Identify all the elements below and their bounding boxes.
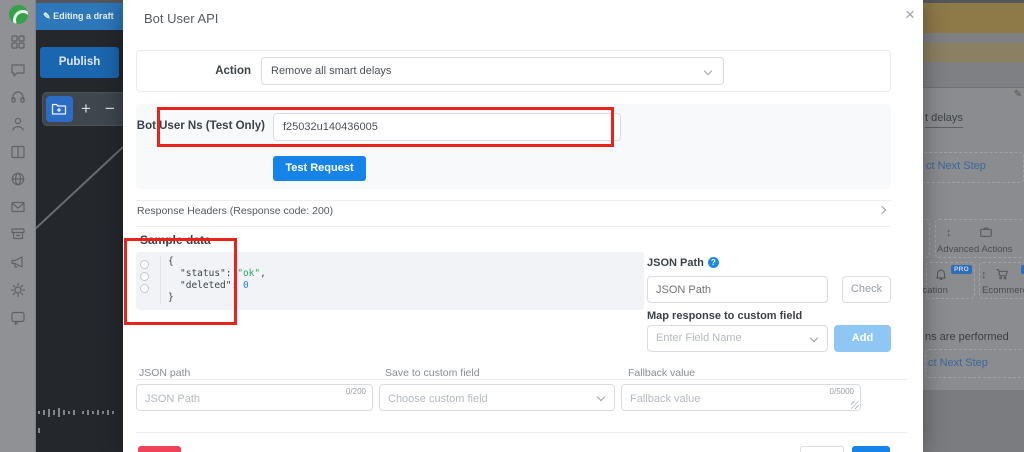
headset-icon[interactable] [10, 89, 26, 105]
pro-badge: PRO [951, 265, 972, 274]
gear-icon[interactable] [10, 282, 26, 298]
add-button[interactable]: Add [834, 325, 891, 352]
drag-handle-icon[interactable]: ↕ [981, 269, 987, 281]
cancel-button[interactable] [800, 446, 844, 452]
globe-icon[interactable] [10, 171, 26, 187]
response-headers-accordion[interactable]: Response Headers (Response code: 200) [137, 205, 333, 217]
add-folder-button[interactable] [46, 96, 73, 122]
select-next-step-link[interactable]: ct Next Step [926, 160, 986, 172]
bell-icon [934, 267, 948, 284]
app-sidebar [0, 0, 36, 452]
action-tile-partial[interactable] [923, 219, 930, 258]
canvas-toolbar: + − [42, 92, 123, 126]
editing-draft-badge: ✎ Editing a draft [36, 3, 123, 30]
check-button[interactable]: Check [842, 276, 891, 303]
action-card: Action Remove all smart delays [136, 50, 891, 92]
next-step-dropzone-top[interactable]: ct Next Step [923, 152, 1024, 183]
dimmed-canvas-bottom [923, 390, 1024, 452]
divider [136, 432, 907, 433]
pencil-icon: ✎ [43, 11, 51, 21]
smart-delays-select-fragment[interactable]: t delays [925, 112, 963, 128]
fallback-column-header: Fallback value [628, 367, 695, 379]
archive-icon[interactable] [10, 226, 26, 242]
page: ✎ Editing a draft Publish + − ✎ t delays… [0, 0, 1024, 452]
save-field-column-header: Save to custom field [385, 367, 480, 379]
zoom-out-button[interactable]: − [100, 96, 120, 123]
apps-grid-icon[interactable] [10, 34, 26, 50]
performed-text-fragment: ns are performed [925, 331, 1009, 343]
delete-button[interactable] [138, 446, 181, 452]
chat-icon[interactable] [10, 62, 26, 78]
char-counter: 0/5000 [830, 387, 854, 396]
notification-tile[interactable]: PRO tification [926, 262, 975, 299]
cart-icon [995, 267, 1009, 284]
save-button[interactable] [852, 446, 890, 452]
map-response-label: Map response to custom field [647, 310, 802, 322]
close-icon[interactable]: × [900, 5, 920, 25]
publish-button[interactable]: Publish [40, 47, 119, 78]
comment-icon[interactable] [10, 310, 26, 326]
divider [136, 200, 891, 201]
ecommerce-label: Ecommerce [982, 285, 1024, 296]
briefcase-icon [979, 225, 993, 242]
char-counter: 0/200 [346, 387, 366, 396]
chevron-down-icon [704, 67, 712, 75]
dimmed-background-panel: ✎ t delays ct Next Step ↕ Advanced Actio… [923, 0, 1024, 452]
notice-banner [923, 3, 1024, 33]
person-icon[interactable] [10, 116, 26, 132]
pencil-icon: ✎ [1014, 89, 1022, 100]
next-step-dropzone-bottom[interactable]: ct Next Step [925, 349, 1024, 378]
annotation-rectangle [157, 107, 614, 147]
select-next-step-link[interactable]: ct Next Step [928, 357, 988, 369]
action-select[interactable]: Remove all smart delays [261, 57, 724, 85]
drag-handle-icon[interactable]: ↕ [946, 227, 952, 239]
notice-banner-secondary: ✎ [923, 43, 1024, 62]
test-request-button[interactable]: Test Request [273, 156, 366, 181]
flow-canvas: ✎ Editing a draft Publish + − [36, 0, 123, 452]
help-icon[interactable]: ? [708, 257, 719, 268]
modal-title: Bot User API [144, 11, 218, 26]
app-logo-icon[interactable] [9, 5, 28, 24]
advanced-actions-label: Advanced Actions [937, 244, 1013, 255]
flow-connector-line [36, 143, 123, 230]
field-name-select[interactable]: Enter Field Name [647, 325, 828, 352]
action-label: Action [137, 65, 251, 77]
chevron-down-icon [597, 393, 605, 401]
zoom-in-button[interactable]: + [76, 96, 96, 123]
json-path-input[interactable] [647, 276, 828, 303]
notification-label: tification [923, 285, 948, 296]
advanced-actions-tile[interactable]: ↕ Advanced Actions PRO [935, 219, 1024, 258]
json-path-label: JSON Path? [647, 257, 719, 269]
bot-user-api-modal: Bot User API × Action Remove all smart d… [123, 0, 923, 452]
minimap[interactable] [38, 404, 122, 416]
choose-custom-field-select[interactable]: Choose custom field [379, 384, 615, 411]
ecommerce-tile[interactable]: ↕ PRO Ecommerce [979, 262, 1024, 299]
chevron-down-icon [810, 334, 818, 342]
json-path-column-header: JSON path [139, 367, 190, 379]
divider [136, 226, 891, 227]
resize-grip-icon[interactable] [851, 401, 859, 409]
divider [136, 379, 907, 380]
chevron-right-icon [878, 206, 886, 214]
mail-icon[interactable] [10, 199, 26, 215]
book-icon[interactable] [10, 144, 26, 160]
megaphone-icon[interactable] [10, 254, 26, 270]
annotation-rectangle [124, 238, 237, 325]
fallback-value-textarea[interactable]: 0/5000 Fallback value [621, 384, 861, 411]
mapping-json-path-input[interactable]: 0/200 JSON Path [136, 384, 373, 411]
